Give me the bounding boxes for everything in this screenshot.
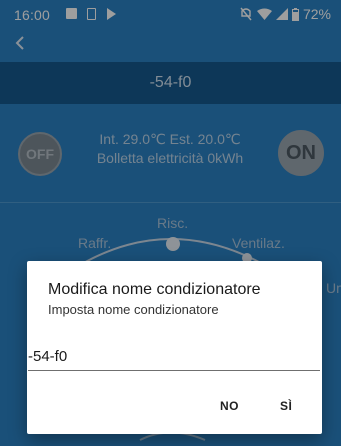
dialog-message: Imposta nome condizionatore	[48, 302, 219, 317]
no-button[interactable]: NO	[220, 399, 239, 413]
name-input[interactable]	[28, 345, 320, 371]
dialog-title: Modifica nome condizionatore	[48, 281, 261, 298]
rename-dialog: Modifica nome condizionatore Imposta nom…	[27, 261, 322, 434]
yes-button[interactable]: SÌ	[280, 399, 292, 413]
